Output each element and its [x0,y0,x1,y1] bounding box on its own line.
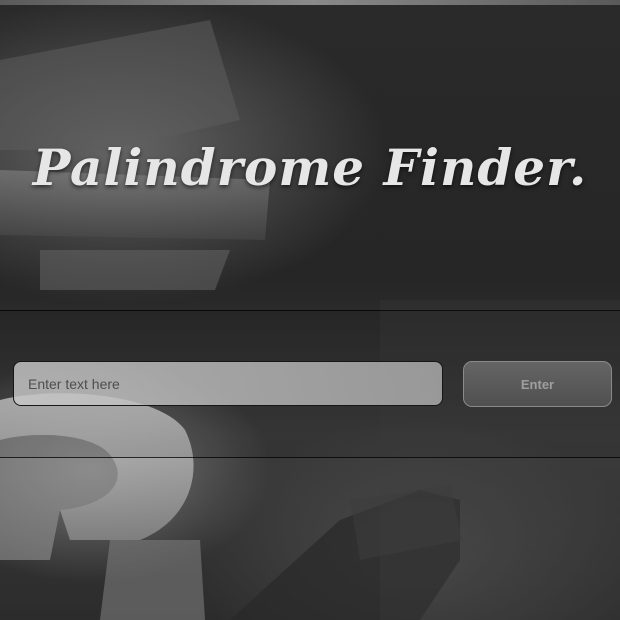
enter-button[interactable]: Enter [463,361,612,407]
input-form: Enter [0,311,620,458]
page: Palindrome Finder. Enter [0,0,620,620]
page-title: Palindrome Finder. [32,138,588,197]
header: Palindrome Finder. [0,5,620,311]
text-input[interactable] [13,361,443,406]
